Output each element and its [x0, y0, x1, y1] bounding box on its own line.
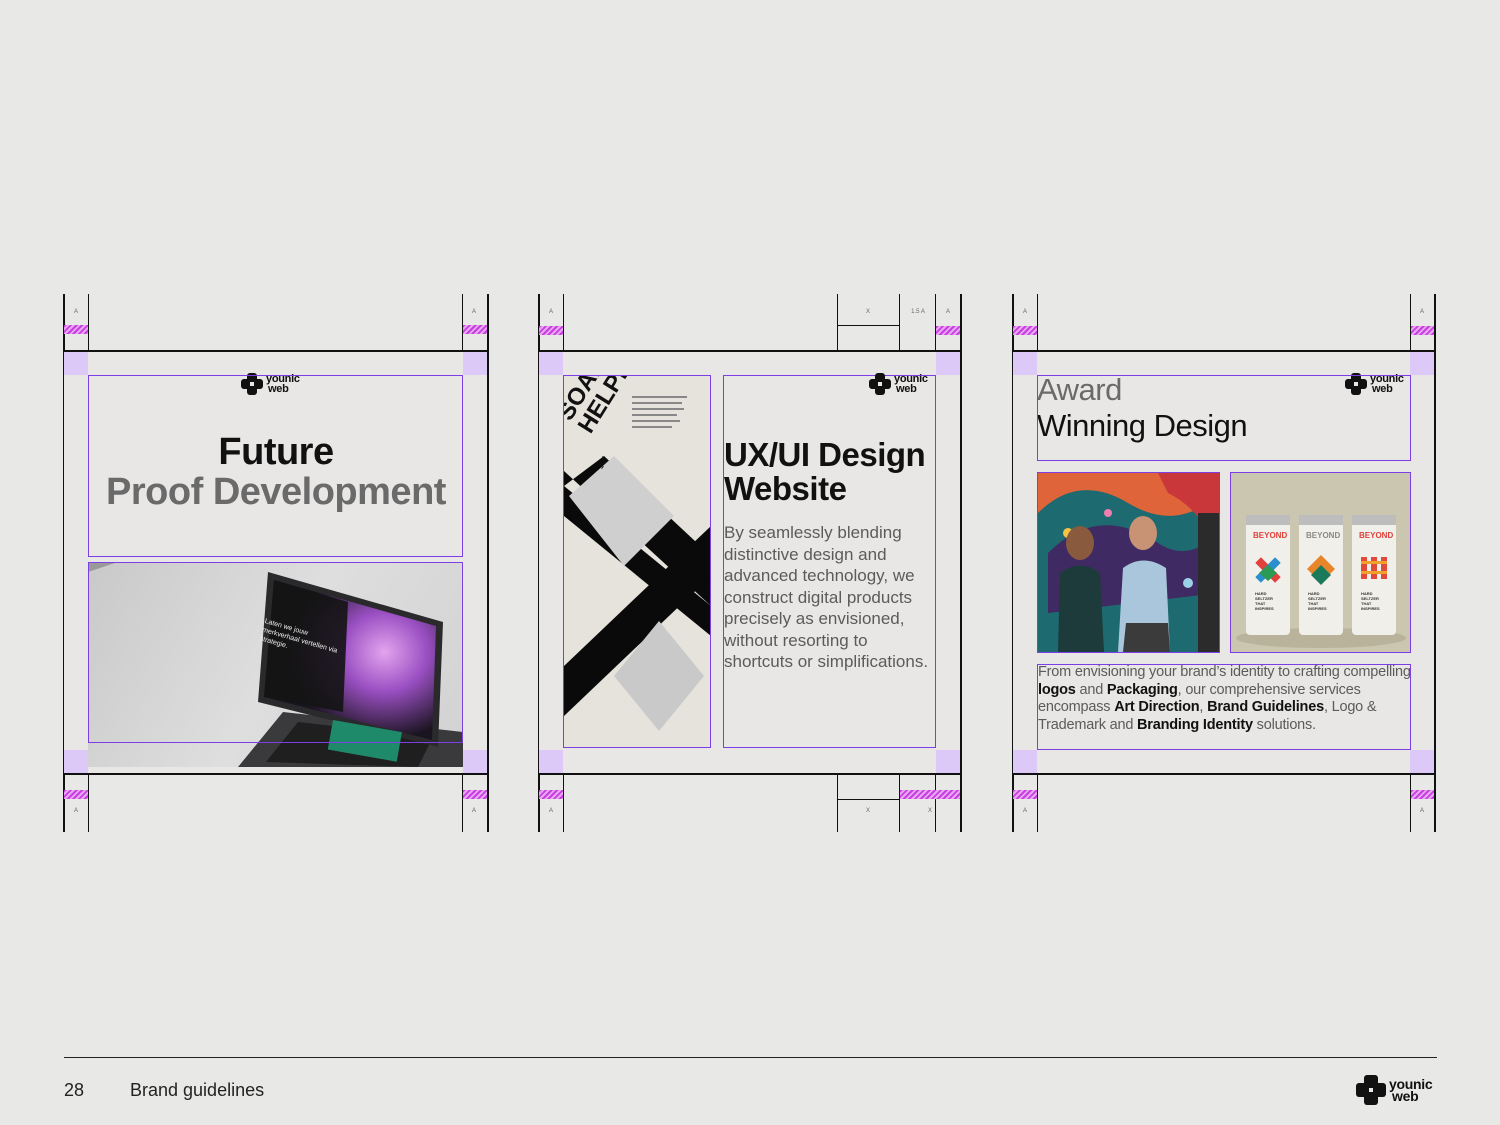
- guide-line: [88, 294, 89, 351]
- footer-divider: [64, 1057, 1437, 1058]
- guide-line: [1434, 294, 1436, 832]
- layout-frame-3: A A A A Award Winning Design younicweb: [1012, 294, 1438, 832]
- content-guide: [88, 375, 463, 557]
- guide-line: [462, 774, 463, 832]
- guide-line: [538, 773, 962, 775]
- guide-line: [837, 294, 838, 351]
- card: SOAK HELPER 10/ younic web UX/UI Design W…: [539, 352, 960, 773]
- card: younic web Future Proof Development Late…: [64, 352, 487, 773]
- margin-hatch: [1411, 326, 1434, 335]
- grid-label: X: [865, 309, 870, 315]
- guide-line: [1410, 774, 1411, 832]
- margin-hatch: [900, 790, 960, 799]
- guide-line: [837, 325, 900, 326]
- guide-line: [899, 294, 900, 351]
- guide-line: [1410, 294, 1411, 351]
- card: Award Winning Design younic web BEYOND B…: [1013, 352, 1434, 773]
- padding-corner: [936, 750, 960, 773]
- footer-logo: younic web: [1356, 1075, 1433, 1105]
- guide-line: [935, 774, 936, 832]
- grid-label: A: [1022, 309, 1027, 315]
- guide-line: [935, 294, 936, 351]
- layout-frame-2: A X 1.5 A A A X X SOAK HELPER 10/ younic…: [538, 294, 964, 832]
- grid-label: A: [548, 808, 553, 814]
- guide-line: [899, 774, 900, 832]
- padding-corner: [1013, 352, 1037, 375]
- guide-line: [837, 774, 838, 832]
- margin-hatch: [1013, 326, 1037, 335]
- title-line: UX/UI Design: [724, 436, 926, 473]
- content-guide: [88, 562, 463, 743]
- guide-line: [462, 294, 463, 351]
- guide-line: [63, 773, 489, 775]
- content-guide: [1230, 472, 1411, 653]
- grid-label: A: [1022, 808, 1027, 814]
- margin-hatch: [64, 790, 88, 799]
- guide-line: [487, 294, 489, 832]
- grid-label: X: [865, 808, 870, 814]
- margin-hatch: [463, 325, 487, 334]
- title-line: Website: [724, 470, 847, 507]
- content-guide: [563, 375, 711, 748]
- padding-corner: [1410, 750, 1434, 773]
- logo-mark-icon: [1356, 1075, 1386, 1105]
- grid-label: A: [73, 808, 78, 814]
- grid-label: A: [73, 309, 78, 315]
- grid-label: A: [471, 808, 476, 814]
- brand-logo: younic web: [869, 373, 928, 395]
- card-title: UX/UI Design Website: [724, 438, 944, 506]
- guide-line: [960, 294, 962, 832]
- guide-line: [563, 294, 564, 351]
- content-guide: [1037, 375, 1411, 461]
- content-guide: [1037, 664, 1411, 750]
- grid-label: A: [548, 309, 553, 315]
- padding-corner: [64, 750, 88, 773]
- guide-line: [837, 799, 900, 800]
- padding-corner: [936, 352, 960, 375]
- padding-corner: [463, 352, 487, 375]
- logo-text: web: [896, 383, 917, 395]
- content-guide: [1037, 472, 1220, 653]
- padding-corner: [1410, 352, 1434, 375]
- guide-line: [1037, 294, 1038, 351]
- margin-hatch: [1013, 790, 1037, 799]
- logo-mark-icon: [869, 373, 891, 395]
- margin-hatch: [1411, 790, 1434, 799]
- grid-label: A: [1419, 309, 1424, 315]
- guide-line: [1012, 773, 1436, 775]
- margin-hatch: [539, 326, 563, 335]
- padding-corner: [539, 352, 563, 375]
- layout-frame-1: A A A A younic web Future Proof Developme…: [63, 294, 489, 832]
- padding-corner: [539, 750, 563, 773]
- padding-corner: [1013, 750, 1037, 773]
- margin-hatch: [64, 325, 88, 334]
- padding-corner: [463, 750, 487, 773]
- margin-hatch: [463, 790, 487, 799]
- card-body: By seamlessly blending distinctive desig…: [724, 523, 929, 671]
- page-number: 28: [64, 1080, 85, 1100]
- grid-label: X: [927, 808, 932, 814]
- grid-label: 1.5 A: [911, 309, 925, 315]
- margin-hatch: [539, 790, 563, 799]
- guide-line: [563, 774, 564, 832]
- footer-title: Brand guidelines: [130, 1080, 265, 1100]
- grid-label: A: [1419, 808, 1424, 814]
- grid-label: A: [471, 309, 476, 315]
- guide-line: [1037, 774, 1038, 832]
- padding-corner: [64, 352, 88, 375]
- grid-label: A: [945, 309, 950, 315]
- guide-line: [88, 774, 89, 832]
- margin-hatch: [936, 326, 960, 335]
